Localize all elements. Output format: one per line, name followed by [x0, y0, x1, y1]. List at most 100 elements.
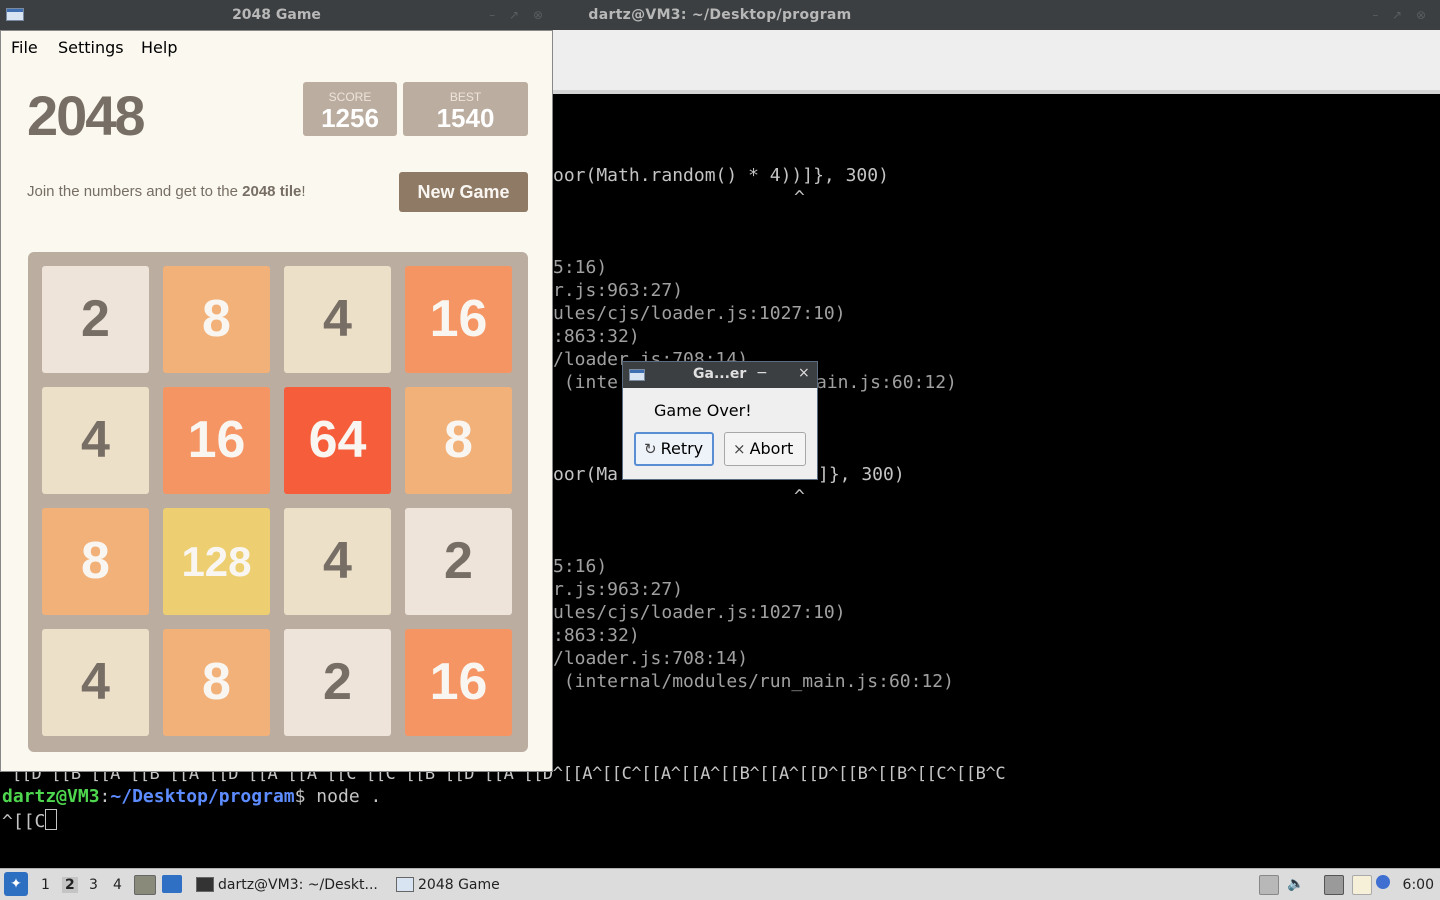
- notification-icon[interactable]: [1376, 875, 1390, 889]
- clipboard-icon[interactable]: [1352, 875, 1372, 895]
- terminal-toolbar: [553, 30, 1440, 94]
- taskbar-item-label: 2048 Game: [418, 877, 500, 893]
- close-icon[interactable]: ⊗: [1416, 8, 1426, 22]
- start-menu-icon[interactable]: ✦: [4, 872, 28, 896]
- game-window: File Settings Help 2048 SCORE 1256 BEST …: [0, 30, 553, 772]
- new-game-button[interactable]: New Game: [399, 172, 528, 212]
- prompt-command: node .: [305, 786, 382, 807]
- terminal-line: (inte: [553, 372, 619, 393]
- game-logo: 2048: [27, 84, 146, 147]
- game-titlebar[interactable]: 2048 Game – ↗ ⊗: [0, 0, 553, 30]
- terminal-line: ain.js:60:12): [816, 372, 957, 393]
- tile: 8: [163, 629, 270, 736]
- menubar: File Settings Help: [1, 31, 552, 63]
- terminal-line: oor(Ma: [553, 464, 619, 485]
- terminal-cursor: [45, 809, 58, 830]
- retry-button[interactable]: ↻ Retry: [634, 432, 714, 466]
- terminal-line: :863:32): [553, 625, 640, 646]
- abort-label: Abort: [749, 439, 794, 458]
- terminal-line: 5:16): [553, 556, 608, 577]
- game-window-title: 2048 Game: [232, 7, 321, 23]
- terminal-prompt-line: dartz@VM3:~/Desktop/program$ node .: [2, 786, 381, 808]
- tile: 4: [42, 387, 149, 494]
- terminal-line: /loader.js:708:14): [553, 648, 749, 669]
- terminal-line: ]}, 300): [818, 464, 905, 485]
- tile: 4: [42, 629, 149, 736]
- tile: 2: [284, 629, 391, 736]
- score-label: SCORE: [328, 90, 372, 104]
- terminal-line: r.js:963:27): [553, 579, 684, 600]
- prompt-user: dartz@VM3: [2, 786, 100, 807]
- window-icon: [396, 877, 414, 892]
- terminal-line: ^: [794, 486, 805, 507]
- clock[interactable]: 6:00: [1403, 877, 1434, 893]
- workspace-3[interactable]: 3: [89, 877, 98, 893]
- terminal-icon: [196, 877, 214, 892]
- refresh-icon: ↻: [644, 440, 657, 458]
- terminal-line: r.js:963:27): [553, 280, 684, 301]
- terminal-line: oor(Math.random() * 4))]}, 300): [553, 165, 889, 186]
- workspace-2[interactable]: 2: [62, 877, 78, 893]
- menu-settings[interactable]: Settings: [58, 38, 124, 57]
- tile: 2: [42, 266, 149, 373]
- terminal-line: ules/cjs/loader.js:1027:10): [553, 602, 846, 623]
- prompt-colon: :: [99, 786, 111, 807]
- best-label: BEST: [449, 90, 482, 104]
- game-over-dialog: Ga...er − × Game Over! ↻ Retry × Abort: [622, 361, 818, 480]
- terminal-line: ^: [794, 187, 805, 208]
- taskbar-item-terminal[interactable]: dartz@VM3: ~/Deskt...: [194, 872, 378, 898]
- terminal-window-title: dartz@VM3: ~/Desktop/program: [588, 7, 852, 23]
- minimize-icon[interactable]: −: [756, 365, 768, 381]
- taskbar-item-label: dartz@VM3: ~/Deskt...: [218, 877, 378, 893]
- tile: 8: [42, 508, 149, 615]
- best-value: 1540: [436, 103, 495, 133]
- dialog-title: Ga...er: [693, 366, 747, 382]
- dialog-titlebar[interactable]: Ga...er − ×: [623, 362, 817, 388]
- workspace-4[interactable]: 4: [113, 877, 122, 893]
- terminal-line: (internal/modules/run_main.js:60:12): [553, 671, 954, 692]
- terminal-input: ^[[C: [2, 811, 46, 832]
- tile: 8: [163, 266, 270, 373]
- intro-text: Join the numbers and get to the 2048 til…: [27, 183, 306, 200]
- close-icon: ×: [733, 440, 746, 458]
- abort-button[interactable]: × Abort: [724, 432, 806, 466]
- tile: 4: [284, 266, 391, 373]
- terminal-line: ules/cjs/loader.js:1027:10): [553, 303, 846, 324]
- menu-file[interactable]: File: [11, 38, 38, 57]
- tile: 16: [405, 629, 512, 736]
- maximize-icon[interactable]: ↗: [509, 8, 519, 22]
- terminal-line: 5:16): [553, 257, 608, 278]
- terminal-input-line[interactable]: ^[[C: [2, 809, 58, 833]
- retry-label: Retry: [660, 439, 704, 458]
- score-value: 1256: [321, 103, 379, 133]
- prompt-symbol: $: [294, 786, 306, 807]
- eject-icon[interactable]: [1259, 875, 1279, 895]
- taskbar-item-2048[interactable]: 2048 Game: [394, 872, 500, 898]
- workspace-1[interactable]: 1: [41, 877, 50, 893]
- menu-help[interactable]: Help: [141, 38, 177, 57]
- tile: 8: [405, 387, 512, 494]
- minimize-icon[interactable]: –: [489, 8, 495, 22]
- score-box: SCORE 1256: [303, 82, 397, 136]
- tile: 16: [163, 387, 270, 494]
- volume-icon[interactable]: 🔈: [1287, 875, 1305, 893]
- tile: 4: [284, 508, 391, 615]
- window-icon: [629, 369, 645, 381]
- minimize-icon[interactable]: –: [1372, 8, 1378, 22]
- file-manager-icon[interactable]: [134, 875, 156, 895]
- maximize-icon[interactable]: ↗: [1392, 8, 1402, 22]
- prompt-path: ~/Desktop/program: [110, 786, 295, 807]
- show-desktop-icon[interactable]: [162, 875, 182, 893]
- best-box: BEST 1540: [403, 82, 528, 136]
- close-icon[interactable]: ×: [798, 365, 810, 381]
- game-board[interactable]: 2 8 4 16 4 16 64 8 8 128 4 2 4 8 2 16: [28, 252, 528, 752]
- network-icon[interactable]: [1324, 875, 1344, 895]
- terminal-line: :863:32): [553, 326, 640, 347]
- tile: 2: [405, 508, 512, 615]
- tile: 16: [405, 266, 512, 373]
- tile: 64: [284, 387, 391, 494]
- taskbar: ✦ 1 2 3 4 dartz@VM3: ~/Deskt... 2048 Gam…: [0, 868, 1440, 900]
- tile: 128: [163, 508, 270, 615]
- dialog-message: Game Over!: [654, 401, 752, 420]
- close-icon[interactable]: ⊗: [533, 8, 543, 22]
